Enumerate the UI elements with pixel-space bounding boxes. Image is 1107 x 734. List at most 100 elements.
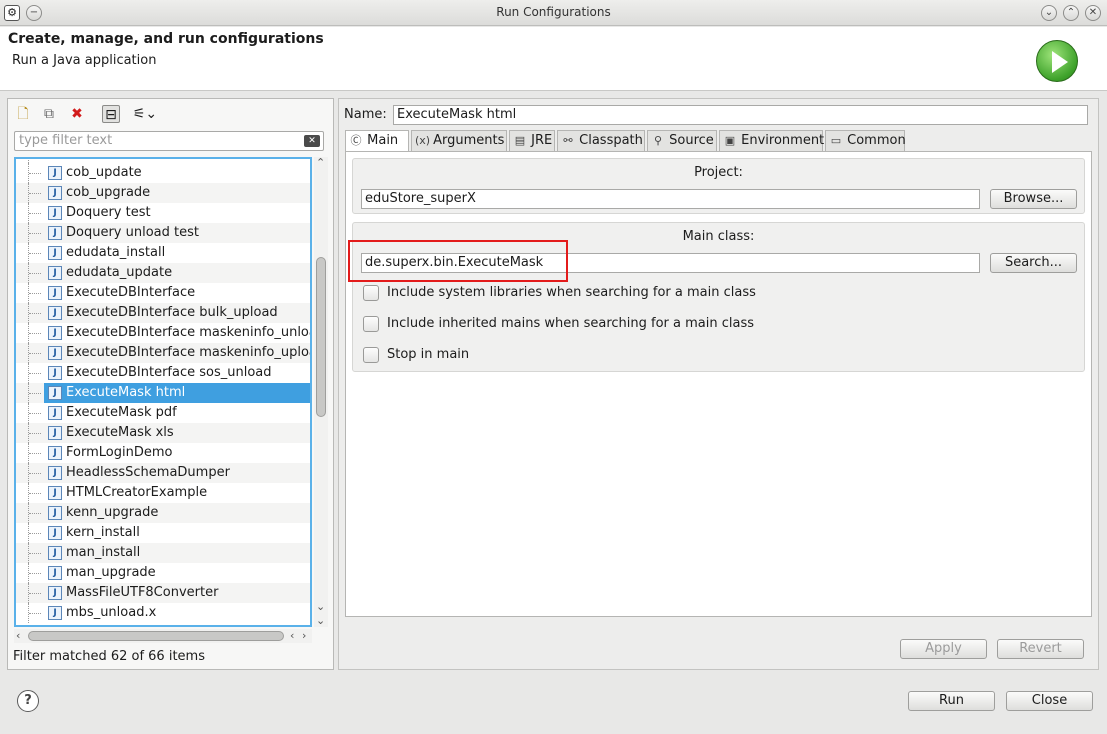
browse-button[interactable]: Browse... [990, 189, 1077, 209]
tree-item[interactable]: J HeadlessSchemaDumper [16, 463, 310, 483]
tree-item[interactable]: J ExecuteMask xls [16, 423, 310, 443]
apply-button[interactable]: Apply [900, 639, 987, 659]
tree-connector [28, 203, 48, 223]
scroll-left-icon[interactable]: ‹ [16, 630, 20, 642]
tab-label: Main [367, 133, 399, 148]
tree-item[interactable]: Jedudata_install [16, 243, 310, 263]
tree-vertical-scrollbar[interactable]: ⌃ ⌄ ⌄ [314, 157, 328, 627]
tree-item-label: FormLoginDemo [66, 445, 173, 460]
vertical-scroll-thumb[interactable] [316, 257, 326, 417]
duplicate-icon[interactable]: ⧉ [40, 105, 58, 123]
dialog-header: Create, manage, and run configurations R… [0, 27, 1107, 91]
run-button[interactable]: Run [908, 691, 995, 711]
help-icon[interactable]: ? [17, 690, 39, 712]
java-application-icon: J [48, 466, 62, 480]
minimize-button[interactable]: ⌄ [1041, 5, 1057, 21]
java-application-icon: J [48, 346, 62, 360]
tree-item[interactable]: J ExecuteMask pdf [16, 403, 310, 423]
tab-label: Source [669, 133, 714, 148]
tree-item[interactable]: J MassFileUTF8Converter [16, 583, 310, 603]
scroll-right-icon[interactable]: › [302, 630, 306, 642]
tree-item[interactable]: Jkern_install [16, 523, 310, 543]
include-inherited-mains-checkbox[interactable] [363, 316, 379, 332]
tree-item-label: kern_install [66, 525, 140, 540]
project-input[interactable]: eduStore_superX [361, 189, 980, 209]
tree-item[interactable]: Jedudata_update [16, 263, 310, 283]
tree-connector [28, 543, 48, 563]
maximize-button[interactable]: ⌃ [1063, 5, 1079, 21]
tree-item[interactable]: Jkenn_upgrade [16, 503, 310, 523]
stop-in-main-checkbox[interactable] [363, 347, 379, 363]
close-dialog-button[interactable]: Close [1006, 691, 1093, 711]
java-application-icon: J [48, 486, 62, 500]
tree-item-label: ExecuteDBInterface [66, 285, 196, 300]
scroll-up-icon[interactable]: ⌃ [316, 157, 325, 169]
tree-item[interactable]: Jcob_upgrade [16, 183, 310, 203]
tree-connector [28, 163, 48, 183]
checkbox-label: Include system libraries when searching … [387, 285, 756, 300]
checkbox-label: Include inherited mains when searching f… [387, 316, 755, 331]
collapse-all-icon[interactable]: ⊟ [102, 105, 120, 123]
include-system-libraries-checkbox[interactable] [363, 285, 379, 301]
name-input[interactable]: ExecuteMask html [393, 105, 1088, 125]
tree-item-label: man_upgrade [66, 565, 156, 580]
tree-item-label: MassFileUTF8Converter [66, 585, 219, 600]
scroll-down-icon[interactable]: ⌄ [316, 601, 325, 613]
java-application-icon: J [48, 386, 62, 400]
tree-connector [28, 223, 48, 243]
tab-common[interactable]: ▭ Common [825, 130, 906, 151]
tree-connector [28, 363, 48, 383]
tree-item-label: ExecuteDBInterface maskeninfo_unload [66, 325, 312, 340]
java-application-icon: J [48, 566, 62, 580]
tree-connector [28, 263, 48, 283]
arguments-icon: (x) [415, 134, 431, 147]
tab-label: JRE [531, 133, 553, 148]
tree-horizontal-scrollbar[interactable]: ‹ ‹ › [14, 629, 312, 643]
scroll-left-icon[interactable]: ‹ [290, 630, 294, 642]
tree-item[interactable]: J ExecuteDBInterface sos_unload [16, 363, 310, 383]
common-icon: ▭ [830, 134, 842, 147]
tab-label: Environment [741, 133, 825, 148]
tab-main[interactable]: Ⓒ Main [345, 130, 409, 152]
tree-item[interactable]: J Doquery unload test [16, 223, 310, 243]
configuration-tree[interactable]: Jcob_update Jcob_upgrade J Doquery test J Doq… [14, 157, 312, 627]
tree-item[interactable]: J ExecuteDBInterface maskeninfo_unload [16, 323, 312, 343]
tree-connector [28, 603, 48, 623]
tree-item[interactable]: J ExecuteDBInterface [16, 283, 310, 303]
tab-source[interactable]: ⚲ Source [647, 130, 717, 151]
filter-icon[interactable]: ⚟⌄ [130, 105, 160, 123]
search-button[interactable]: Search... [990, 253, 1077, 273]
new-configuration-icon[interactable]: 🗋 [14, 105, 32, 123]
delete-icon[interactable]: ✖ [68, 105, 86, 123]
environment-icon: ▣ [724, 134, 736, 147]
tree-item[interactable]: Jcob_update [16, 163, 310, 183]
revert-button[interactable]: Revert [997, 639, 1084, 659]
tree-item[interactable]: J HTMLCreatorExample [16, 483, 310, 503]
tree-item[interactable]: J ExecuteDBInterface bulk_upload [16, 303, 310, 323]
tree-item[interactable]: Jmbs_unload.x [16, 603, 310, 623]
java-application-icon: J [48, 406, 62, 420]
scroll-down-icon[interactable]: ⌄ [316, 615, 325, 627]
tree-connector [28, 283, 48, 303]
filter-input[interactable]: type filter text [14, 131, 324, 151]
tree-item[interactable]: J ExecuteDBInterface maskeninfo_upload [16, 343, 310, 363]
tree-item[interactable]: J Doquery test [16, 203, 310, 223]
clear-filter-icon[interactable]: ✕ [304, 135, 320, 147]
tab-environment[interactable]: ▣ Environment [719, 130, 825, 151]
dialog-subtitle: Run a Java application [12, 53, 157, 68]
tab-classpath[interactable]: ⚯ Classpath [557, 130, 645, 151]
tree-item[interactable]: Jman_upgrade [16, 563, 310, 583]
tree-item[interactable]: J ExecuteMask html [16, 383, 310, 403]
tab-jre[interactable]: ▤ JRE [509, 130, 555, 151]
tab-arguments[interactable]: (x) Arguments [411, 130, 507, 151]
tree-item-label: edudata_update [66, 265, 173, 280]
tree-connector [28, 383, 48, 403]
checkbox-label: Stop in main [387, 347, 470, 362]
tree-item[interactable]: J FormLoginDemo [16, 443, 310, 463]
tree-item-label: HeadlessSchemaDumper [66, 465, 230, 480]
tab-label: Classpath [579, 133, 643, 148]
close-button[interactable]: ✕ [1085, 5, 1101, 21]
tree-item-label: Doquery unload test [66, 225, 199, 240]
tree-item[interactable]: Jman_install [16, 543, 310, 563]
horizontal-scroll-thumb[interactable] [28, 631, 284, 641]
